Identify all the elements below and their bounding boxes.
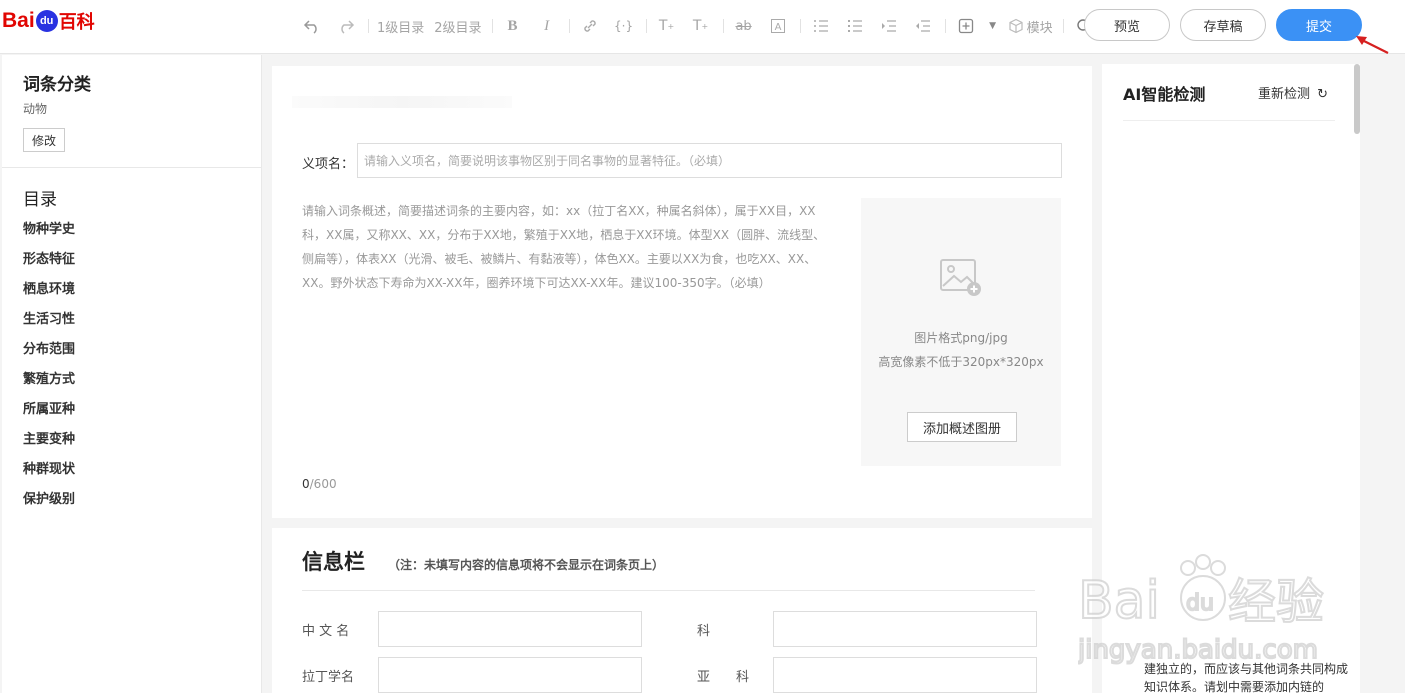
- text-box-icon[interactable]: A: [766, 14, 790, 38]
- logo-baike-text: 百科: [58, 12, 95, 32]
- image-format-hint: 图片格式png/jpg: [914, 331, 1008, 345]
- char-count-max: /600: [309, 477, 337, 491]
- svg-text:经验: 经验: [1228, 574, 1324, 630]
- chinese-name-input[interactable]: [378, 611, 642, 647]
- edit-category-button[interactable]: 修改: [23, 128, 65, 152]
- category-title: 词条分类: [23, 75, 91, 95]
- toc-item[interactable]: 种群现状: [23, 458, 75, 488]
- redo-icon[interactable]: [334, 14, 358, 38]
- italic-icon[interactable]: I: [535, 14, 559, 38]
- subfamily-input[interactable]: [773, 657, 1037, 693]
- toc-item[interactable]: 繁殖方式: [23, 368, 75, 398]
- toc-item[interactable]: 主要变种: [23, 428, 75, 458]
- module-label: 模块: [1026, 20, 1053, 36]
- scrollbar-thumb[interactable]: [1354, 64, 1360, 134]
- toolbar-divider: [568, 19, 570, 33]
- toolbar-divider: [645, 19, 647, 33]
- link-icon[interactable]: [578, 14, 602, 38]
- infobox-note: （注：未填写内容的信息项将不会显示在词条页上）: [388, 558, 665, 572]
- logo-paw-du: du: [35, 10, 58, 32]
- preview-button[interactable]: 预览: [1084, 9, 1170, 41]
- cube-icon: [1008, 18, 1023, 34]
- submit-button[interactable]: 提交: [1276, 9, 1362, 41]
- subscript-icon[interactable]: T +: [689, 14, 713, 38]
- add-image-icon: [940, 259, 981, 296]
- family-input[interactable]: [773, 611, 1037, 647]
- image-size-hint: 高宽像素不低于320px*320px: [878, 355, 1044, 369]
- svg-text:jingyan.baidu.com: jingyan.baidu.com: [1078, 635, 1318, 665]
- caret-down-icon[interactable]: ▼: [988, 14, 998, 38]
- baidu-baike-logo[interactable]: Bai du 百科: [2, 8, 95, 34]
- unordered-list-icon[interactable]: [843, 14, 867, 38]
- sidebar-divider: [2, 167, 261, 168]
- recheck-button[interactable]: 重新检测 ↻: [1258, 83, 1328, 102]
- superscript-icon[interactable]: T +: [655, 14, 679, 38]
- sense-input[interactable]: [357, 143, 1062, 178]
- family-label: 科: [697, 624, 711, 639]
- toolbar-divider: [799, 19, 801, 33]
- insert-plus-icon[interactable]: [954, 14, 978, 38]
- latin-name-input[interactable]: [378, 657, 642, 693]
- refresh-icon: ↻: [1317, 87, 1329, 102]
- toc-item[interactable]: 分布范围: [23, 338, 75, 368]
- left-sidebar: 词条分类 动物 修改 目录 物种学史 形态特征 栖息环境 生活习性 分布范围 繁…: [2, 55, 262, 693]
- toolbar-divider: [368, 19, 369, 33]
- baidu-jingyan-watermark: Bai du 经验 jingyan.baidu.com: [1078, 554, 1325, 666]
- heading1-button[interactable]: 1级目录: [377, 14, 424, 38]
- module-button[interactable]: 模块: [1008, 14, 1053, 38]
- heading2-button[interactable]: 2级目录: [434, 14, 481, 38]
- category-value: 动物: [23, 102, 48, 116]
- add-summary-album-button[interactable]: 添加概述图册: [907, 412, 1017, 442]
- faded-title-area: [292, 96, 512, 108]
- indent-icon[interactable]: [877, 14, 901, 38]
- logo-bai-text: Bai: [2, 9, 35, 32]
- toc-item[interactable]: 生活习性: [23, 308, 75, 338]
- strikethrough-icon[interactable]: ab: [732, 14, 756, 38]
- toc-item[interactable]: 栖息环境: [23, 278, 75, 308]
- sense-label: 义项名：: [302, 157, 355, 172]
- toolbar-divider: [1062, 19, 1064, 33]
- toc-item[interactable]: 物种学史: [23, 218, 75, 248]
- toolbar-divider: [491, 19, 493, 33]
- summary-editor[interactable]: 请输入词条概述，简要描述词条的主要内容，如：xx（拉丁名XX，种属名斜体），属于…: [302, 199, 837, 295]
- toolbar-divider: [944, 19, 946, 33]
- infobox-title: 信息栏: [302, 550, 365, 574]
- infobox-divider: [302, 590, 1035, 591]
- toc-item[interactable]: 保护级别: [23, 488, 75, 518]
- subfamily-label: 亚 科: [697, 670, 750, 685]
- save-draft-button[interactable]: 存草稿: [1180, 9, 1266, 41]
- top-header: Bai du 百科 1级目录 2级目录 B I {·} T+ T+ ab A: [0, 0, 1405, 54]
- infobox-card: 信息栏 （注：未填写内容的信息项将不会显示在词条页上） 中 文 名 科 拉丁学名…: [272, 528, 1092, 693]
- undo-icon[interactable]: [300, 14, 324, 38]
- summary-card: 义项名： 请输入词条概述，简要描述词条的主要内容，如：xx（拉丁名XX，种属名斜…: [272, 66, 1092, 518]
- formula-icon[interactable]: {·}: [612, 14, 636, 38]
- ai-check-title: AI智能检测: [1123, 85, 1206, 104]
- red-arrow-annotation: [1356, 36, 1389, 54]
- recheck-label: 重新检测: [1258, 87, 1311, 102]
- editor-toolbar: 1级目录 2级目录 B I {·} T + T + ab A ▼ 模块: [300, 14, 1106, 38]
- chinese-name-label: 中 文 名: [302, 624, 350, 639]
- char-count-current: 0: [302, 477, 310, 491]
- outdent-icon[interactable]: [911, 14, 935, 38]
- latin-name-label: 拉丁学名: [302, 670, 355, 685]
- ordered-list-icon[interactable]: [809, 14, 833, 38]
- ai-panel-divider: [1123, 120, 1335, 121]
- svg-text:du: du: [1186, 591, 1214, 616]
- char-counter: 0/600: [302, 477, 337, 491]
- toc-title: 目录: [23, 190, 57, 210]
- svg-text:Bai: Bai: [1078, 571, 1160, 631]
- toc-item[interactable]: 所属亚种: [23, 398, 75, 428]
- toc-list: 物种学史 形态特征 栖息环境 生活习性 分布范围 繁殖方式 所属亚种 主要变种 …: [23, 218, 75, 518]
- summary-image-box: 图片格式png/jpg 高宽像素不低于320px*320px 添加概述图册: [861, 198, 1061, 466]
- svg-text:A: A: [774, 22, 781, 33]
- toolbar-divider: [722, 19, 724, 33]
- bold-icon[interactable]: B: [501, 14, 525, 38]
- toc-item[interactable]: 形态特征: [23, 248, 75, 278]
